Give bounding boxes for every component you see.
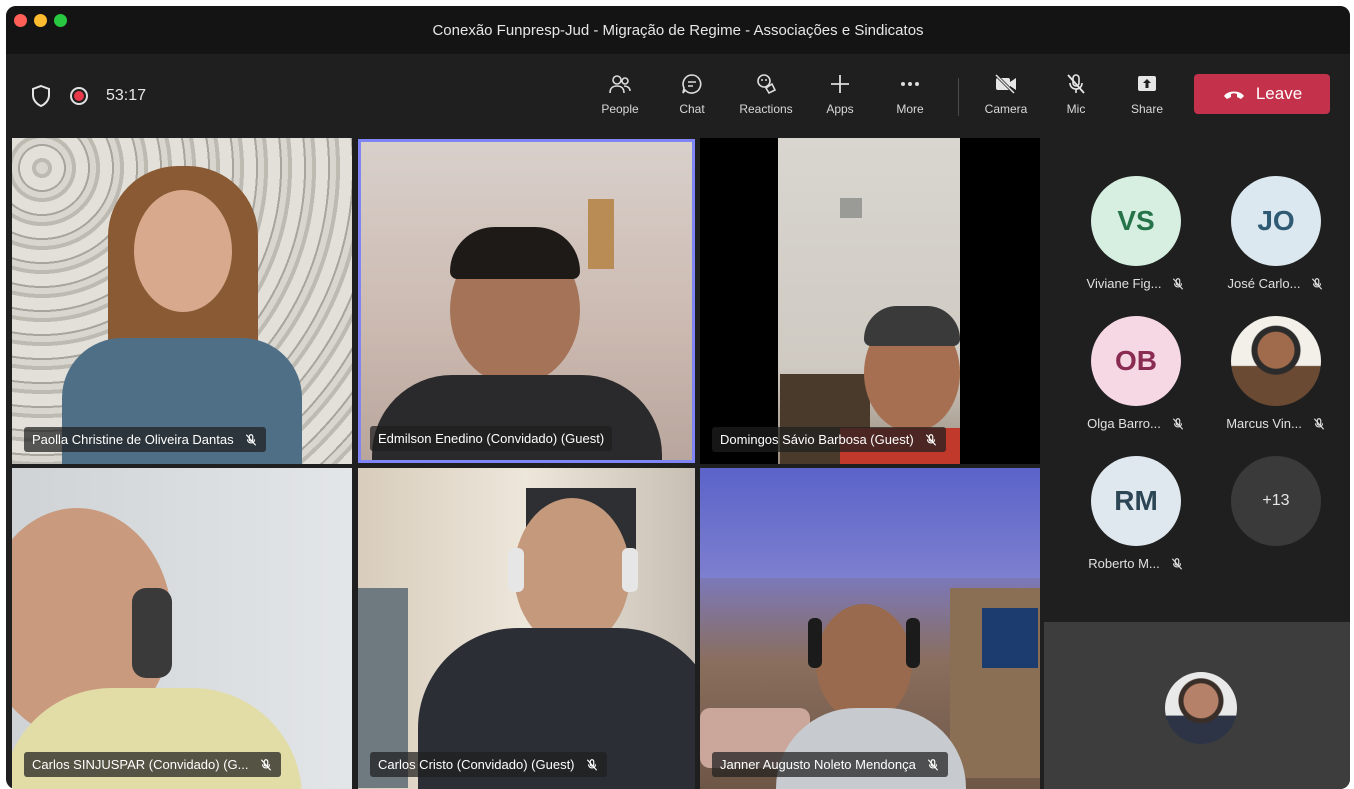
people-button[interactable]: People [594,70,646,122]
participant-name: Paolla Christine de Oliveira Dantas [32,432,234,447]
shield-icon[interactable] [30,84,52,108]
mic-off-icon [260,758,271,771]
recording-indicator-icon [70,87,88,105]
share-label: Share [1130,102,1164,116]
reactions-button[interactable]: Reactions [730,70,802,122]
tile-name-label: Janner Augusto Noleto Mendonça [712,752,948,777]
more-participants-button[interactable]: +13 [1208,456,1344,546]
mic-button[interactable]: Mic [1056,70,1096,122]
mic-off-icon [927,758,938,771]
apps-button[interactable]: Apps [818,70,862,122]
mic-off-icon [1171,557,1182,570]
participant-face [514,498,630,648]
more-button[interactable]: More [888,70,932,122]
chat-label: Chat [679,102,705,116]
participant-item[interactable]: JO José Carlo... [1208,176,1344,291]
tile-name-label: Domingos Sávio Barbosa (Guest) [712,427,946,452]
video-tile-2[interactable]: Edmilson Enedino (Convidado) (Guest) [358,139,695,463]
mic-off-icon [925,433,936,446]
participant-item[interactable]: OB Olga Barro... [1068,316,1204,431]
reactions-icon [757,74,777,95]
background-frame [588,199,614,269]
avatar-photo [1231,316,1321,406]
background-tv [982,608,1038,668]
leave-button[interactable]: Leave [1194,74,1330,114]
tile-name-label: Paolla Christine de Oliveira Dantas [24,427,266,452]
participant-hair [864,306,960,346]
reactions-label: Reactions [739,102,793,116]
participant-name: Domingos Sávio Barbosa (Guest) [720,432,914,447]
participant-item[interactable]: RM Roberto M... [1068,456,1204,571]
avatar: RM [1091,456,1181,546]
camera-label: Camera [984,102,1028,116]
chat-button[interactable]: Chat [670,70,714,122]
mic-off-icon [1172,417,1183,430]
people-icon [609,75,631,94]
participant-name: Janner Augusto Noleto Mendonça [720,757,916,772]
participant-item[interactable]: VS Viviane Fig... [1068,176,1204,291]
headphones [132,588,172,678]
headphones [508,548,524,592]
tile-name-label: Carlos Cristo (Convidado) (Guest) [370,752,607,777]
self-view-tile[interactable] [1044,622,1350,789]
participant-name: José Carlo... [1227,276,1301,291]
leave-label: Leave [1255,84,1303,103]
participant-name: Marcus Vin... [1226,416,1302,431]
video-tile-6[interactable]: Janner Augusto Noleto Mendonça [700,468,1040,789]
share-button[interactable]: Share [1122,70,1172,122]
participant-item[interactable]: Marcus Vin... [1208,316,1344,431]
toolbar-divider [958,78,959,116]
mic-off-icon [245,433,256,446]
background-ceiling [700,468,1040,578]
avatar: VS [1091,176,1181,266]
video-tile-5[interactable]: Carlos Cristo (Convidado) (Guest) [358,468,695,789]
participant-name: Carlos SINJUSPAR (Convidado) (G... [32,757,249,772]
meeting-toolbar: 53:17 People Chat Reactions Apps More Ca… [6,54,1350,134]
participant-name: Viviane Fig... [1086,276,1162,291]
plus-icon [831,75,849,93]
mic-off-icon [1313,417,1324,430]
window-title: Conexão Funpresp-Jud - Migração de Regim… [432,22,924,39]
background-object [840,198,862,218]
headphones [906,618,920,668]
mic-off-icon [1173,277,1184,290]
mic-off-icon [1067,74,1085,94]
camera-button[interactable]: Camera [976,70,1036,122]
headphones [808,618,822,668]
tile-name-label: Edmilson Enedino (Convidado) (Guest) [370,426,613,451]
title-bar: Conexão Funpresp-Jud - Migração de Regim… [6,6,1350,54]
overflow-count: +13 [1231,456,1321,546]
mic-label: Mic [1066,102,1086,116]
avatar: JO [1231,176,1321,266]
hang-up-icon [1223,91,1244,99]
video-tile-3[interactable]: Domingos Sávio Barbosa (Guest) [700,138,1040,464]
participant-face [134,190,232,312]
people-label: People [601,102,639,116]
teams-window: Conexão Funpresp-Jud - Migração de Regim… [6,6,1350,789]
participant-face [816,604,912,722]
participant-name: Olga Barro... [1087,416,1161,431]
participant-name: Edmilson Enedino (Convidado) (Guest) [378,431,605,446]
meeting-timer: 53:17 [106,87,147,104]
mic-off-icon [1312,277,1323,290]
headphones [622,548,638,592]
camera-off-icon [993,72,1017,96]
share-screen-icon [1138,76,1156,91]
participant-hair [450,227,580,279]
apps-label: Apps [826,102,854,116]
participant-name: Carlos Cristo (Convidado) (Guest) [378,757,575,772]
avatar: OB [1091,316,1181,406]
video-tile-4[interactable]: Carlos SINJUSPAR (Convidado) (G... [12,468,352,789]
chat-icon [682,74,702,94]
more-label: More [896,102,924,116]
video-tile-1[interactable]: Paolla Christine de Oliveira Dantas [12,138,352,464]
ellipsis-icon [901,82,919,86]
participant-gallery: VS Viviane Fig... JO José Carlo... OB Ol… [1044,138,1350,622]
mic-off-icon [586,758,597,771]
self-avatar-photo [1165,672,1237,744]
tile-name-label: Carlos SINJUSPAR (Convidado) (G... [24,752,281,777]
participant-name: Roberto M... [1088,556,1160,571]
